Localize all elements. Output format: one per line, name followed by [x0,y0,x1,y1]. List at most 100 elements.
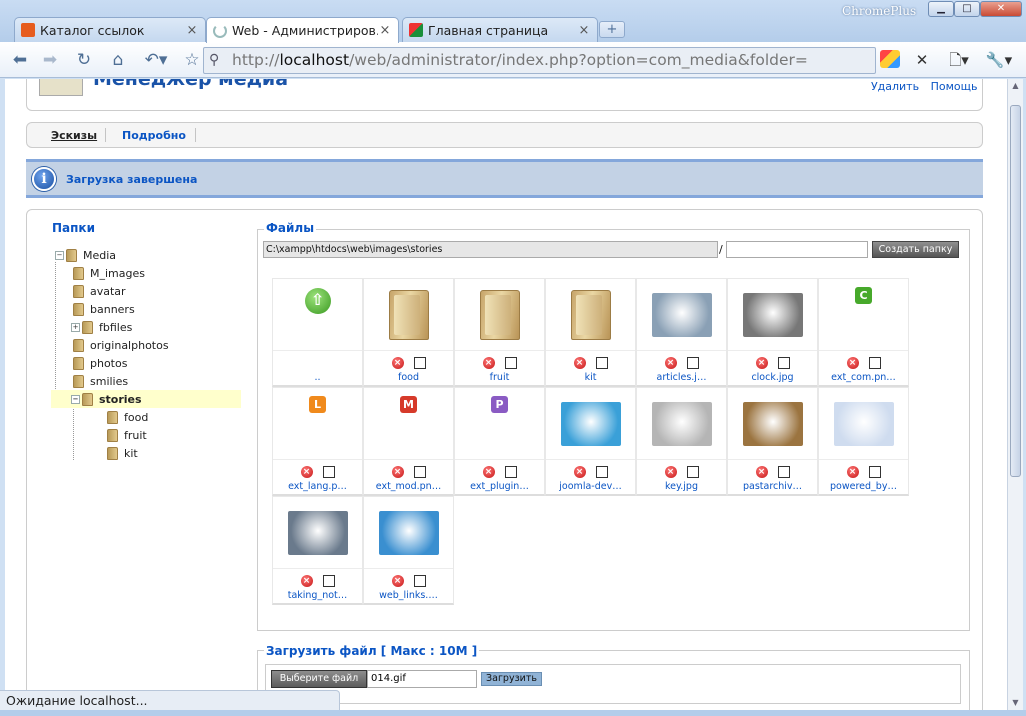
delete-icon[interactable]: × [300,575,313,587]
tree-node-stories[interactable]: − stories [51,390,241,408]
select-checkbox[interactable] [686,466,699,478]
delete-icon[interactable]: × [482,357,495,369]
delete-icon[interactable]: × [664,357,677,369]
close-tab-icon[interactable]: × [378,23,392,38]
delete-icon[interactable]: × [846,357,859,369]
tree-node-fbfiles[interactable]: + fbfiles [71,318,132,336]
file-name[interactable]: taking_not… [273,590,362,601]
close-tab-icon[interactable]: × [185,23,199,38]
bookmark-star-button[interactable]: ☆ [178,47,206,73]
select-checkbox[interactable] [504,357,517,369]
settings-menu-button[interactable]: 🔧▾ [982,50,1016,70]
folder-item[interactable]: × kit [545,278,636,387]
file-name[interactable]: ext_com.pn… [819,372,908,383]
file-item[interactable]: M × ext_mod.pn… [363,387,454,496]
select-checkbox[interactable] [413,357,426,369]
file-item[interactable]: × taking_not… [272,496,363,605]
home-button[interactable]: ⌂ [104,47,132,73]
thumbnail[interactable] [546,388,635,460]
thumbnail[interactable] [728,388,817,460]
select-checkbox[interactable] [504,466,517,478]
file-item[interactable]: × articles.j… [636,278,727,387]
select-checkbox[interactable] [868,466,881,478]
thumbnail[interactable] [637,388,726,460]
file-name[interactable]: ext_mod.pn… [364,481,453,492]
file-name[interactable]: key.jpg [637,481,726,492]
tree-node-photos[interactable]: photos [73,354,127,372]
create-folder-button[interactable]: Создать папку [872,241,959,258]
file-name[interactable]: fruit [455,372,544,383]
select-checkbox[interactable] [413,575,426,587]
tree-node-smilies[interactable]: smilies [73,372,128,390]
thumbnail[interactable] [364,497,453,569]
tab-details[interactable]: Подробно [122,129,186,142]
delete-icon[interactable]: × [573,466,586,478]
file-item[interactable]: × web_links.… [363,496,454,605]
select-checkbox[interactable] [595,357,608,369]
delete-icon[interactable]: × [300,466,313,478]
file-item[interactable]: × key.jpg [636,387,727,496]
thumbnail[interactable] [728,279,817,351]
stop-button[interactable]: ✕ [910,50,934,70]
select-checkbox[interactable] [868,357,881,369]
tab-web-admin[interactable]: Web - Администриров… × [206,17,399,43]
file-item[interactable]: × joomla-dev… [545,387,636,496]
reload-button[interactable]: ↻ [70,47,98,73]
file-name[interactable]: kit [546,372,635,383]
maximize-button[interactable]: □ [954,1,980,17]
select-checkbox[interactable] [777,357,790,369]
file-name[interactable]: food [364,372,453,383]
tree-node-originalphotos[interactable]: originalphotos [73,336,169,354]
folder-item[interactable]: × food [363,278,454,387]
file-name[interactable]: ext_plugin… [455,481,544,492]
file-item[interactable]: L × ext_lang.p… [272,387,363,496]
tab-thumbnails[interactable]: Эскизы [51,129,97,142]
forward-button[interactable]: ➡ [36,47,64,73]
thumbnail[interactable] [455,279,544,351]
tree-node-fruit[interactable]: fruit [107,426,147,444]
file-item[interactable]: × powered_by… [818,387,909,496]
file-name[interactable]: ext_lang.p… [273,481,362,492]
scroll-up-icon[interactable]: ▲ [1008,79,1023,93]
tree-node-banners[interactable]: banners [73,300,135,318]
new-folder-input[interactable] [726,241,868,258]
delete-icon[interactable]: × [755,466,768,478]
help-button[interactable]: Помощь [924,79,984,93]
tree-node-m-images[interactable]: M_images [73,264,145,282]
select-checkbox[interactable] [595,466,608,478]
delete-button[interactable]: Удалить [865,79,925,93]
upload-button[interactable]: Загрузить [481,672,542,686]
select-checkbox[interactable] [322,575,335,587]
file-name[interactable]: .. [273,372,362,383]
select-checkbox[interactable] [777,466,790,478]
thumbnail[interactable] [364,279,453,351]
file-name[interactable]: articles.j… [637,372,726,383]
thumbnail[interactable]: ⇧ [273,279,362,351]
delete-icon[interactable]: × [755,357,768,369]
collapse-icon[interactable]: − [71,394,80,404]
thumbnail[interactable]: M [364,388,453,460]
tab-links-catalog[interactable]: Каталог ссылок × [14,17,206,42]
file-name[interactable]: clock.jpg [728,372,817,383]
file-name[interactable]: pastarchiv… [728,481,817,492]
thumbnail[interactable] [273,497,362,569]
tab-home-page[interactable]: Главная страница × [402,17,598,42]
thumbnail[interactable] [819,388,908,460]
file-name[interactable]: joomla-dev… [546,481,635,492]
tree-node-avatar[interactable]: avatar [73,282,126,300]
extension-icon[interactable] [880,50,900,68]
close-window-button[interactable]: ✕ [980,1,1022,17]
new-tab-button[interactable]: + [599,21,625,38]
scroll-down-icon[interactable]: ▼ [1008,696,1023,710]
tree-node-kit[interactable]: kit [107,444,138,462]
file-item[interactable]: × pastarchiv… [727,387,818,496]
page-menu-button[interactable]: 🗋▾ [944,50,974,70]
file-name[interactable]: web_links.… [364,590,453,601]
parent-folder-item[interactable]: ⇧.. [272,278,363,387]
delete-icon[interactable]: × [391,357,404,369]
delete-icon[interactable]: × [664,466,677,478]
file-item[interactable]: P × ext_plugin… [454,387,545,496]
delete-icon[interactable]: × [573,357,586,369]
delete-icon[interactable]: × [391,466,404,478]
undo-close-button[interactable]: ↶▾ [138,47,174,73]
